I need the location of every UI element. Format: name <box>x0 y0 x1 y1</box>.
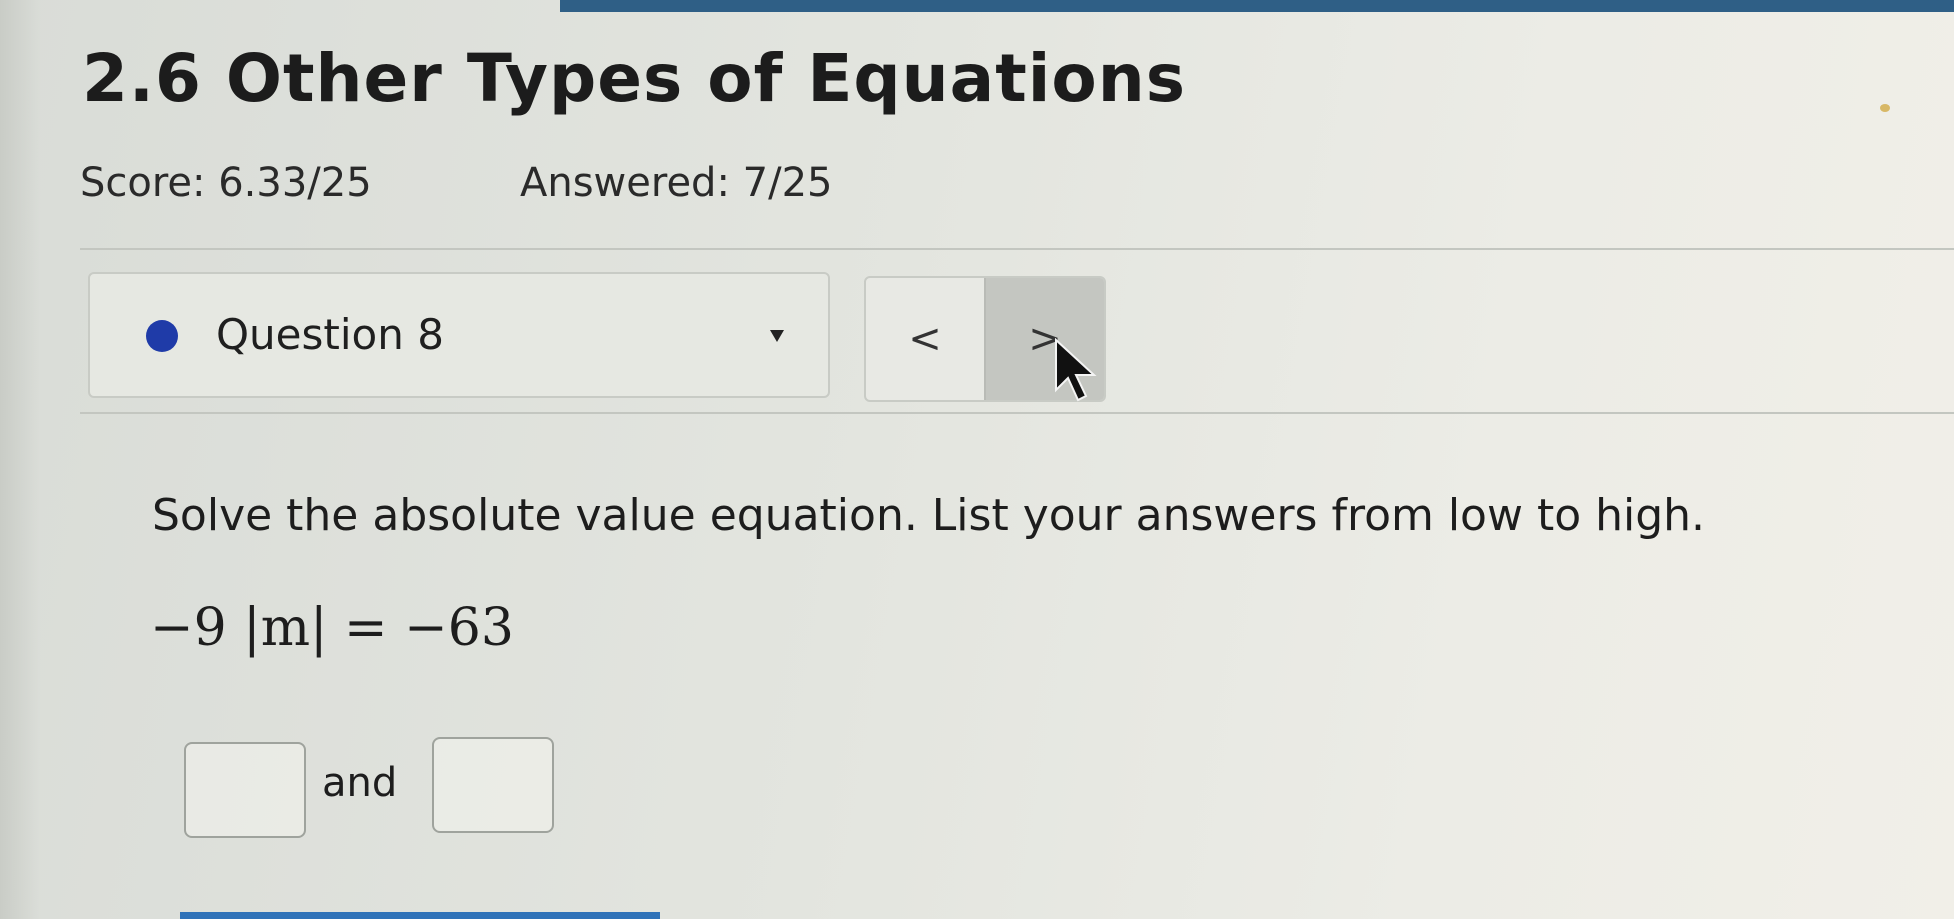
caret-down-icon <box>770 330 784 342</box>
chevron-left-icon: < <box>908 316 942 362</box>
equation: −9 |m| = −63 <box>150 598 514 658</box>
answer-input-2-box[interactable] <box>432 737 556 833</box>
answered-text: Answered: 7/25 <box>520 160 833 206</box>
answer-input-1-box[interactable] <box>184 742 308 838</box>
left-shadow-edge <box>0 0 40 919</box>
score-text: Score: 6.33/25 <box>80 160 372 206</box>
header-accent-strip <box>560 0 1954 12</box>
previous-question-button[interactable]: < <box>866 278 984 400</box>
mouse-cursor-icon <box>1055 338 1097 402</box>
bottom-accent-bar <box>180 912 660 919</box>
answer-input-2[interactable] <box>434 739 556 833</box>
and-connector: and <box>322 760 398 806</box>
divider-bottom <box>80 412 1954 414</box>
question-dropdown[interactable]: Question 8 <box>88 272 830 398</box>
answer-input-1[interactable] <box>186 744 308 838</box>
question-status-dot <box>146 320 178 352</box>
question-prompt: Solve the absolute value equation. List … <box>152 490 1706 541</box>
question-dropdown-label: Question 8 <box>216 310 444 359</box>
divider-top <box>80 248 1954 250</box>
page-title: 2.6 Other Types of Equations <box>82 40 1186 117</box>
reflection-spot <box>1880 104 1890 112</box>
